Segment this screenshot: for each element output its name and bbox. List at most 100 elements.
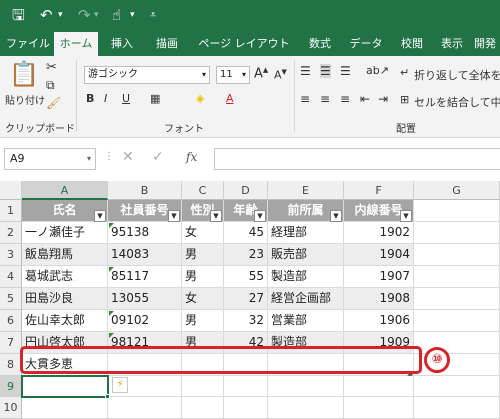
borders-icon[interactable]: ▦: [150, 92, 160, 105]
chevron-down-icon[interactable]: ▾: [87, 149, 91, 169]
empty-cell[interactable]: [108, 397, 182, 419]
column-header-b[interactable]: B: [108, 181, 182, 200]
table-cell[interactable]: 営業部: [268, 310, 344, 332]
bold-icon[interactable]: B: [86, 92, 94, 105]
table-cell[interactable]: 32: [224, 310, 268, 332]
touch-mode-icon[interactable]: ☝: [112, 6, 121, 24]
select-all-corner[interactable]: [0, 181, 22, 200]
increase-indent-icon[interactable]: ⇥: [378, 92, 388, 106]
merge-center-button[interactable]: セルを結合して中央: [414, 94, 500, 110]
tab-formulas[interactable]: 数式: [300, 32, 340, 56]
align-left-icon[interactable]: ≡: [300, 92, 310, 106]
table-cell[interactable]: 女: [182, 288, 224, 310]
tab-developer[interactable]: 開発: [470, 32, 500, 56]
filter-dropdown-icon[interactable]: ▼: [330, 210, 342, 222]
empty-cell[interactable]: [414, 310, 500, 332]
empty-cell[interactable]: [182, 376, 224, 397]
undo-dropdown-icon[interactable]: ▾: [58, 6, 63, 24]
orientation-icon[interactable]: ab↗: [366, 64, 389, 77]
table-cell[interactable]: 男: [182, 244, 224, 266]
table-cell[interactable]: 45: [224, 222, 268, 244]
tab-review[interactable]: 校閲: [392, 32, 432, 56]
row-header-5[interactable]: 5: [0, 288, 22, 310]
column-header-d[interactable]: D: [224, 181, 268, 200]
align-top-icon[interactable]: ☰: [300, 64, 311, 78]
filter-dropdown-icon[interactable]: ▼: [94, 210, 106, 222]
column-header-c[interactable]: C: [182, 181, 224, 200]
table-cell[interactable]: 男: [182, 310, 224, 332]
align-middle-icon[interactable]: ☰: [320, 64, 331, 78]
row-header-9[interactable]: 9: [0, 376, 22, 397]
align-bottom-icon[interactable]: ☰: [340, 64, 351, 78]
table-cell[interactable]: 佐山幸太郎: [22, 310, 108, 332]
table-cell[interactable]: 経理部: [268, 222, 344, 244]
underline-icon[interactable]: U: [122, 92, 130, 105]
filter-dropdown-icon[interactable]: ▼: [254, 210, 266, 222]
wrap-text-button[interactable]: 折り返して全体を表: [414, 67, 500, 83]
chevron-down-icon[interactable]: ▾: [242, 67, 246, 83]
row-header-6[interactable]: 6: [0, 310, 22, 332]
redo-icon[interactable]: ↷: [78, 6, 91, 24]
save-icon[interactable]: 🖫: [12, 6, 25, 24]
tab-home[interactable]: ホーム: [54, 32, 98, 56]
row-header-8[interactable]: 8: [0, 354, 22, 376]
table-cell[interactable]: 田島沙良: [22, 288, 108, 310]
tab-data[interactable]: データ: [344, 32, 388, 56]
selected-cell[interactable]: [21, 375, 109, 398]
tab-file[interactable]: ファイル: [4, 32, 52, 56]
table-cell[interactable]: 一ノ瀬佳子: [22, 222, 108, 244]
empty-cell[interactable]: [344, 397, 414, 419]
filter-dropdown-icon[interactable]: ▼: [400, 210, 412, 222]
row-header-3[interactable]: 3: [0, 244, 22, 266]
row-header-10[interactable]: 10: [0, 397, 22, 419]
row-header-1[interactable]: 1: [0, 200, 22, 222]
empty-cell[interactable]: [414, 266, 500, 288]
empty-cell[interactable]: [414, 376, 500, 397]
table-cell[interactable]: 1904: [344, 244, 414, 266]
fill-handle[interactable]: [105, 394, 110, 399]
table-cell[interactable]: 27: [224, 288, 268, 310]
table-cell[interactable]: 男: [182, 266, 224, 288]
touch-dropdown-icon[interactable]: ▾: [130, 6, 135, 24]
table-cell[interactable]: 製造部: [268, 266, 344, 288]
empty-cell[interactable]: [414, 288, 500, 310]
table-cell[interactable]: 1902: [344, 222, 414, 244]
empty-cell[interactable]: [182, 397, 224, 419]
table-cell[interactable]: 経営企画部: [268, 288, 344, 310]
filter-dropdown-icon[interactable]: ▼: [168, 210, 180, 222]
empty-cell[interactable]: [414, 244, 500, 266]
table-cell[interactable]: 販売部: [268, 244, 344, 266]
empty-cell[interactable]: [344, 376, 414, 397]
insert-function-icon[interactable]: fx: [186, 150, 197, 164]
empty-cell[interactable]: [224, 397, 268, 419]
table-cell[interactable]: 14083: [108, 244, 182, 266]
table-cell[interactable]: 23: [224, 244, 268, 266]
tab-insert[interactable]: 挿入: [102, 32, 142, 56]
empty-cell[interactable]: [22, 397, 108, 419]
empty-cell[interactable]: [414, 397, 500, 419]
undo-icon[interactable]: ↶: [40, 6, 53, 24]
row-header-7[interactable]: 7: [0, 332, 22, 354]
table-cell[interactable]: 95138: [108, 222, 182, 244]
empty-cell[interactable]: [268, 397, 344, 419]
row-header-2[interactable]: 2: [0, 222, 22, 244]
column-header-e[interactable]: E: [268, 181, 344, 200]
column-header-g[interactable]: G: [414, 181, 500, 200]
paste-icon[interactable]: 📋: [8, 60, 40, 90]
tab-view[interactable]: 表示: [436, 32, 468, 56]
customize-qat-icon[interactable]: ⩡: [150, 6, 156, 24]
font-size-combo[interactable]: 11 ▾: [216, 66, 250, 84]
column-header-a[interactable]: A: [22, 181, 108, 200]
paste-button[interactable]: 貼り付け: [5, 92, 45, 107]
font-name-combo[interactable]: 游ゴシック ▾: [84, 66, 210, 84]
grow-font-icon[interactable]: A▲: [254, 66, 268, 81]
table-cell[interactable]: 85117: [108, 266, 182, 288]
table-cell[interactable]: 女: [182, 222, 224, 244]
merge-icon[interactable]: ⊞: [400, 93, 409, 106]
name-box[interactable]: A9 ▾: [4, 148, 96, 170]
column-header-f[interactable]: F: [344, 181, 414, 200]
enter-icon[interactable]: ✓: [152, 149, 164, 165]
redo-dropdown-icon[interactable]: ▾: [94, 6, 99, 24]
table-cell[interactable]: 1907: [344, 266, 414, 288]
italic-icon[interactable]: I: [104, 92, 107, 105]
